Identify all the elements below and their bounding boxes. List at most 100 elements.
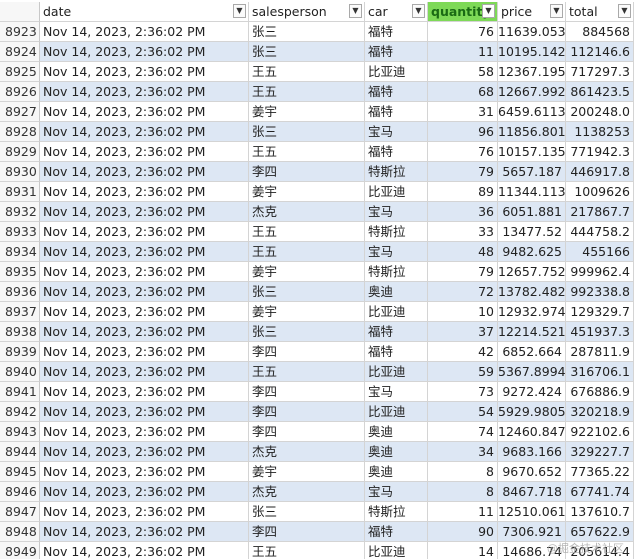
cell-quantity[interactable]: 8 xyxy=(428,462,498,482)
row-number[interactable]: 8949 xyxy=(0,542,40,559)
cell-total[interactable]: 112146.6 xyxy=(566,42,634,62)
cell-quantity[interactable]: 73 xyxy=(428,382,498,402)
table-row[interactable]: 8930 Nov 14, 2023, 2:36:02 PM 李四 特斯拉 79 5657.… xyxy=(0,162,634,182)
row-number[interactable]: 8934 xyxy=(0,242,40,262)
cell-salesperson[interactable]: 姜宇 xyxy=(249,182,365,202)
row-number[interactable]: 8944 xyxy=(0,442,40,462)
cell-car[interactable]: 比亚迪 xyxy=(365,182,428,202)
cell-total[interactable]: 67741.74 xyxy=(566,482,634,502)
cell-date[interactable]: Nov 14, 2023, 2:36:02 PM xyxy=(40,502,249,522)
cell-salesperson[interactable]: 姜宇 xyxy=(249,262,365,282)
row-number[interactable]: 8932 xyxy=(0,202,40,222)
cell-car[interactable]: 特斯拉 xyxy=(365,262,428,282)
cell-date[interactable]: Nov 14, 2023, 2:36:02 PM xyxy=(40,62,249,82)
column-header-car[interactable]: car ▼ xyxy=(365,2,428,22)
cell-price[interactable]: 5367.8994 xyxy=(498,362,566,382)
table-row[interactable]: 8947 Nov 14, 2023, 2:36:02 PM 张三 特斯拉 11 12510… xyxy=(0,502,634,522)
table-row[interactable]: 8937 Nov 14, 2023, 2:36:02 PM 姜宇 比亚迪 10 12932… xyxy=(0,302,634,322)
filter-dropdown-icon[interactable]: ▼ xyxy=(550,4,563,18)
cell-quantity[interactable]: 68 xyxy=(428,82,498,102)
cell-total[interactable]: 137610.7 xyxy=(566,502,634,522)
cell-date[interactable]: Nov 14, 2023, 2:36:02 PM xyxy=(40,202,249,222)
row-number[interactable]: 8929 xyxy=(0,142,40,162)
cell-salesperson[interactable]: 李四 xyxy=(249,402,365,422)
filter-dropdown-icon[interactable]: ▼ xyxy=(349,4,362,18)
cell-quantity[interactable]: 58 xyxy=(428,62,498,82)
cell-car[interactable]: 福特 xyxy=(365,42,428,62)
cell-date[interactable]: Nov 14, 2023, 2:36:02 PM xyxy=(40,482,249,502)
cell-salesperson[interactable]: 姜宇 xyxy=(249,462,365,482)
table-row[interactable]: 8929 Nov 14, 2023, 2:36:02 PM 王五 福特 76 10157.… xyxy=(0,142,634,162)
cell-date[interactable]: Nov 14, 2023, 2:36:02 PM xyxy=(40,142,249,162)
cell-salesperson[interactable]: 王五 xyxy=(249,142,365,162)
row-number[interactable]: 8938 xyxy=(0,322,40,342)
table-row[interactable]: 8936 Nov 14, 2023, 2:36:02 PM 张三 奥迪 72 13782.… xyxy=(0,282,634,302)
cell-salesperson[interactable]: 杰克 xyxy=(249,202,365,222)
cell-price[interactable]: 6852.664 xyxy=(498,342,566,362)
cell-date[interactable]: Nov 14, 2023, 2:36:02 PM xyxy=(40,222,249,242)
cell-date[interactable]: Nov 14, 2023, 2:36:02 PM xyxy=(40,82,249,102)
row-number[interactable]: 8937 xyxy=(0,302,40,322)
cell-quantity[interactable]: 42 xyxy=(428,342,498,362)
cell-car[interactable]: 福特 xyxy=(365,342,428,362)
cell-price[interactable]: 8467.718 xyxy=(498,482,566,502)
cell-date[interactable]: Nov 14, 2023, 2:36:02 PM xyxy=(40,102,249,122)
cell-car[interactable]: 宝马 xyxy=(365,482,428,502)
cell-price[interactable]: 12367.195 xyxy=(498,62,566,82)
cell-price[interactable]: 12667.992 xyxy=(498,82,566,102)
cell-salesperson[interactable]: 姜宇 xyxy=(249,302,365,322)
column-header-price[interactable]: price ▼ xyxy=(498,2,566,22)
row-number[interactable]: 8933 xyxy=(0,222,40,242)
cell-car[interactable]: 特斯拉 xyxy=(365,502,428,522)
cell-total[interactable]: 1138253 xyxy=(566,122,634,142)
cell-price[interactable]: 9670.652 xyxy=(498,462,566,482)
cell-price[interactable]: 9272.424 xyxy=(498,382,566,402)
table-row[interactable]: 8945 Nov 14, 2023, 2:36:02 PM 姜宇 奥迪 8 9670.65… xyxy=(0,462,634,482)
cell-price[interactable]: 13477.52 xyxy=(498,222,566,242)
cell-quantity[interactable]: 89 xyxy=(428,182,498,202)
cell-quantity[interactable]: 54 xyxy=(428,402,498,422)
cell-total[interactable]: 200248.0 xyxy=(566,102,634,122)
cell-quantity[interactable]: 31 xyxy=(428,102,498,122)
cell-quantity[interactable]: 90 xyxy=(428,522,498,542)
cell-quantity[interactable]: 8 xyxy=(428,482,498,502)
cell-quantity[interactable]: 11 xyxy=(428,502,498,522)
cell-price[interactable]: 5657.187 xyxy=(498,162,566,182)
cell-salesperson[interactable]: 姜宇 xyxy=(249,102,365,122)
cell-total[interactable]: 999962.4 xyxy=(566,262,634,282)
cell-total[interactable]: 217867.7 xyxy=(566,202,634,222)
cell-car[interactable]: 比亚迪 xyxy=(365,302,428,322)
cell-total[interactable]: 444758.2 xyxy=(566,222,634,242)
cell-car[interactable]: 福特 xyxy=(365,522,428,542)
cell-car[interactable]: 福特 xyxy=(365,102,428,122)
cell-salesperson[interactable]: 王五 xyxy=(249,242,365,262)
row-number[interactable]: 8926 xyxy=(0,82,40,102)
cell-total[interactable]: 451937.3 xyxy=(566,322,634,342)
cell-total[interactable]: 320218.9 xyxy=(566,402,634,422)
table-row[interactable]: 8943 Nov 14, 2023, 2:36:02 PM 李四 奥迪 74 12460.… xyxy=(0,422,634,442)
row-number[interactable]: 8943 xyxy=(0,422,40,442)
row-number[interactable]: 8946 xyxy=(0,482,40,502)
cell-salesperson[interactable]: 李四 xyxy=(249,162,365,182)
cell-date[interactable]: Nov 14, 2023, 2:36:02 PM xyxy=(40,462,249,482)
cell-total[interactable]: 77365.22 xyxy=(566,462,634,482)
cell-car[interactable]: 福特 xyxy=(365,22,428,42)
table-row[interactable]: 8926 Nov 14, 2023, 2:36:02 PM 王五 福特 68 12667.… xyxy=(0,82,634,102)
row-number[interactable]: 8935 xyxy=(0,262,40,282)
cell-car[interactable]: 奥迪 xyxy=(365,282,428,302)
cell-price[interactable]: 12214.521 xyxy=(498,322,566,342)
table-row[interactable]: 8948 Nov 14, 2023, 2:36:02 PM 李四 福特 90 7306.9… xyxy=(0,522,634,542)
row-number[interactable]: 8923 xyxy=(0,22,40,42)
cell-price[interactable]: 13782.482 xyxy=(498,282,566,302)
cell-price[interactable]: 5929.9805 xyxy=(498,402,566,422)
cell-price[interactable]: 12657.752 xyxy=(498,262,566,282)
row-number[interactable]: 8947 xyxy=(0,502,40,522)
cell-price[interactable]: 6459.6113 xyxy=(498,102,566,122)
cell-quantity[interactable]: 74 xyxy=(428,422,498,442)
row-number[interactable]: 8941 xyxy=(0,382,40,402)
cell-price[interactable]: 11856.801 xyxy=(498,122,566,142)
table-row[interactable]: 8938 Nov 14, 2023, 2:36:02 PM 张三 福特 37 12214.… xyxy=(0,322,634,342)
cell-salesperson[interactable]: 杰克 xyxy=(249,442,365,462)
table-row[interactable]: 8934 Nov 14, 2023, 2:36:02 PM 王五 宝马 48 9482.6… xyxy=(0,242,634,262)
row-number[interactable]: 8924 xyxy=(0,42,40,62)
